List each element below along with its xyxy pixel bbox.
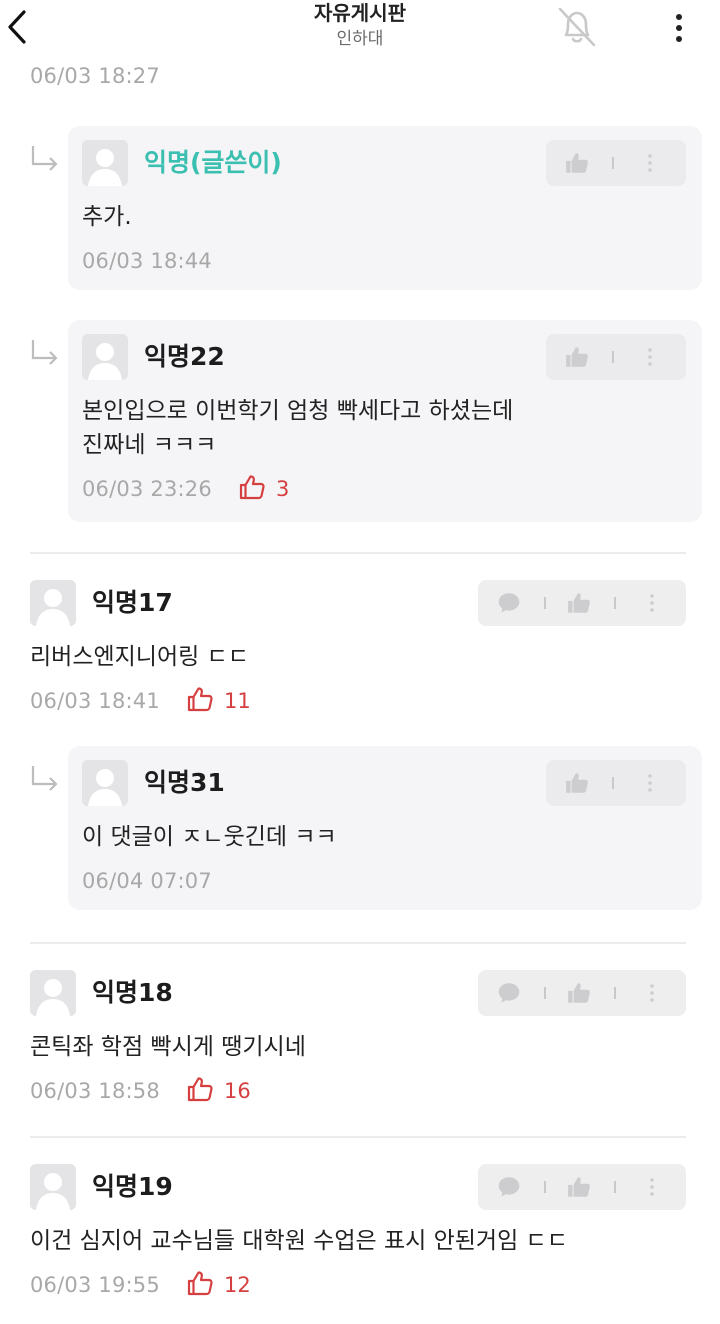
action-separator bbox=[544, 987, 546, 999]
avatar bbox=[30, 1164, 76, 1210]
thumbs-up-outline-icon bbox=[186, 1269, 214, 1301]
comment-actions bbox=[546, 140, 686, 186]
like-count: 3 bbox=[276, 477, 290, 501]
comment-body-line: 이건 심지어 교수님들 대학원 수업은 표시 안된거임 ㄷㄷ bbox=[30, 1228, 568, 1254]
comment-body-line: 리버스엔지니어링 ㄷㄷ bbox=[30, 644, 249, 670]
thumbs-up-icon[interactable] bbox=[566, 1174, 592, 1204]
action-separator bbox=[544, 1181, 546, 1193]
like-count: 16 bbox=[224, 1079, 251, 1103]
comment-body-line: 이 댓글이 ㅈㄴ웃긴데 ㅋㅋ bbox=[82, 824, 337, 850]
more-vertical-icon[interactable] bbox=[664, 8, 694, 48]
thumbs-up-outline-icon bbox=[186, 1075, 214, 1107]
thumbs-up-outline-icon bbox=[186, 685, 214, 717]
comment-actions bbox=[546, 334, 686, 380]
reply-bubble-icon[interactable] bbox=[496, 590, 522, 620]
comment-timestamp: 06/03 18:44 bbox=[82, 249, 212, 273]
comment-body-line: 진짜네 ㅋㅋㅋ bbox=[82, 432, 217, 458]
more-vertical-icon[interactable] bbox=[646, 151, 654, 179]
comment-timestamp: 06/03 23:26 bbox=[82, 477, 212, 501]
comment-actions bbox=[478, 580, 686, 626]
app-header: 자유게시판 인하대 bbox=[0, 0, 720, 60]
comment: 익명18 콘틱좌 학점 빡시게 땡기시네 06/03 18:58 16 bbox=[30, 970, 690, 1130]
like-count: 12 bbox=[224, 1273, 251, 1297]
action-separator bbox=[614, 597, 616, 609]
comment-actions bbox=[478, 1164, 686, 1210]
action-separator bbox=[612, 351, 614, 363]
reply-arrow-icon bbox=[31, 146, 58, 171]
comment-body-line: 추가. bbox=[82, 204, 132, 230]
thumbs-up-icon[interactable] bbox=[564, 770, 590, 800]
thumbs-up-icon[interactable] bbox=[564, 344, 590, 374]
more-vertical-icon[interactable] bbox=[648, 1175, 656, 1203]
avatar bbox=[82, 760, 128, 806]
comment-body-line: 본인입으로 이번학기 엄청 빡세다고 하셨는데 bbox=[82, 398, 514, 424]
reply-bubble-icon[interactable] bbox=[496, 980, 522, 1010]
action-separator bbox=[614, 987, 616, 999]
comment-timestamp: 06/03 18:41 bbox=[30, 689, 160, 713]
comment-divider bbox=[30, 942, 686, 944]
comment-author: 익명19 bbox=[92, 1172, 173, 1201]
bell-off-icon[interactable] bbox=[554, 4, 600, 50]
avatar bbox=[82, 140, 128, 186]
comment-author: 익명18 bbox=[92, 978, 173, 1007]
more-vertical-icon[interactable] bbox=[648, 981, 656, 1009]
comment-timestamp: 06/03 18:27 bbox=[30, 64, 160, 88]
action-separator bbox=[612, 777, 614, 789]
reply-comment: 익명(글쓴이) 추가. 06/03 18:44 bbox=[68, 126, 702, 290]
comment-actions bbox=[478, 970, 686, 1016]
thumbs-up-icon[interactable] bbox=[566, 590, 592, 620]
comment-timestamp: 06/03 18:58 bbox=[30, 1079, 160, 1103]
more-vertical-icon[interactable] bbox=[646, 771, 654, 799]
avatar bbox=[30, 580, 76, 626]
comment-timestamp: 06/03 19:55 bbox=[30, 1273, 160, 1297]
avatar bbox=[30, 970, 76, 1016]
action-separator bbox=[544, 597, 546, 609]
comment-actions bbox=[546, 760, 686, 806]
reply-comment: 익명31 이 댓글이 ㅈㄴ웃긴데 ㅋㅋ 06/04 07:07 bbox=[68, 746, 702, 910]
page-title: 자유게시판 bbox=[314, 1, 406, 25]
comment-divider bbox=[30, 1136, 686, 1138]
comment-author: 익명17 bbox=[92, 588, 173, 617]
action-separator bbox=[612, 157, 614, 169]
thumbs-up-outline-icon bbox=[238, 473, 266, 505]
comment: 익명17 리버스엔지니어링 ㄷㄷ 06/03 18:41 11 bbox=[30, 580, 690, 740]
avatar bbox=[82, 334, 128, 380]
page-subtitle: 인하대 bbox=[336, 29, 384, 49]
comment-timestamp: 06/04 07:07 bbox=[82, 869, 212, 893]
comment: 익명19 이건 심지어 교수님들 대학원 수업은 표시 안된거임 ㄷㄷ 06/03 … bbox=[30, 1164, 690, 1324]
comment-author: 익명31 bbox=[144, 768, 225, 797]
like-count: 11 bbox=[224, 689, 251, 713]
reply-bubble-icon[interactable] bbox=[496, 1174, 522, 1204]
action-separator bbox=[614, 1181, 616, 1193]
reply-arrow-icon bbox=[31, 766, 58, 791]
reply-arrow-icon bbox=[31, 340, 58, 365]
reply-comment: 익명22 본인입으로 이번학기 엄청 빡세다고 하셨는데진짜네 ㅋㅋㅋ 06/03 … bbox=[68, 320, 702, 522]
more-vertical-icon[interactable] bbox=[648, 591, 656, 619]
comment-author: 익명(글쓴이) bbox=[144, 148, 282, 177]
comment-divider bbox=[30, 552, 686, 554]
thumbs-up-icon[interactable] bbox=[564, 150, 590, 180]
comment-body-line: 콘틱좌 학점 빡시게 땡기시네 bbox=[30, 1034, 306, 1060]
comment-author: 익명22 bbox=[144, 342, 225, 371]
thumbs-up-icon[interactable] bbox=[566, 980, 592, 1010]
more-vertical-icon[interactable] bbox=[646, 345, 654, 373]
